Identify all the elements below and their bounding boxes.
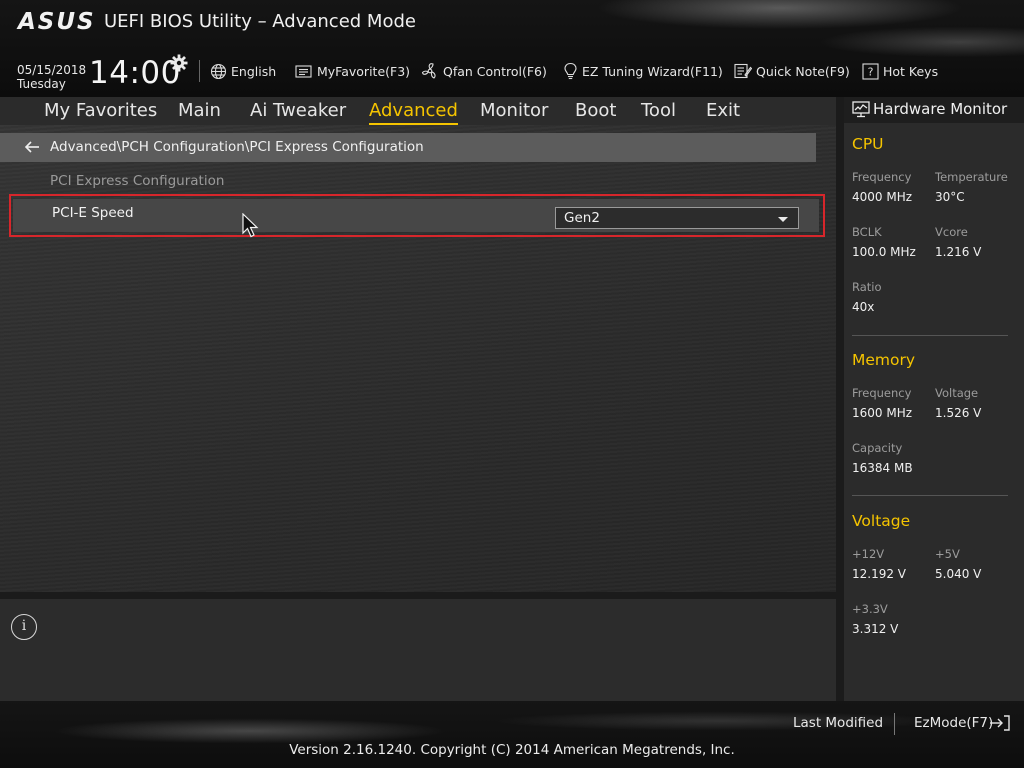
tab-advanced[interactable]: Advanced: [369, 100, 458, 125]
tab-boot[interactable]: Boot: [575, 100, 616, 121]
hw-divider: [852, 335, 1008, 336]
copyright-text: Version 2.16.1240. Copyright (C) 2014 Am…: [289, 742, 735, 758]
language-button[interactable]: English: [210, 62, 276, 80]
section-title: PCI Express Configuration: [50, 173, 225, 189]
cpu-frequency-label: Frequency: [852, 170, 912, 184]
myfavorite-button[interactable]: MyFavorite(F3): [295, 62, 410, 80]
voltage-heading: Voltage: [852, 512, 911, 530]
tab-exit[interactable]: Exit: [706, 100, 740, 121]
favorite-list-icon: [295, 64, 312, 78]
help-key-icon: ?: [862, 62, 879, 80]
setting-row-pcie-speed[interactable]: PCI-E Speed Gen2: [9, 194, 825, 237]
svg-text:?: ?: [868, 65, 874, 78]
lightbulb-icon: [564, 62, 577, 80]
breadcrumb: Advanced\PCH Configuration\PCI Express C…: [50, 139, 424, 155]
cpu-temperature-label: Temperature: [935, 170, 1008, 184]
ratio-label: Ratio: [852, 280, 882, 294]
qfan-control-button[interactable]: Qfan Control(F6): [421, 62, 547, 80]
memory-voltage-label: Voltage: [935, 386, 979, 400]
v5-value: 5.040 V: [935, 567, 982, 581]
tab-tool[interactable]: Tool: [641, 100, 676, 121]
hw-divider: [852, 495, 1008, 496]
memory-heading: Memory: [852, 351, 916, 369]
memory-voltage-value: 1.526 V: [935, 406, 982, 420]
vcore-value: 1.216 V: [935, 245, 982, 259]
tab-main[interactable]: Main: [178, 100, 221, 121]
capacity-label: Capacity: [852, 441, 903, 455]
capacity-value: 16384 MB: [852, 461, 913, 475]
monitor-icon: [852, 101, 870, 118]
hot-keys-button[interactable]: ? Hot Keys: [862, 62, 938, 80]
breadcrumb-bar: Advanced\PCH Configuration\PCI Express C…: [0, 133, 816, 162]
ez-tuning-wizard-button[interactable]: EZ Tuning Wizard(F11): [563, 62, 723, 80]
cpu-heading: CPU: [852, 135, 884, 153]
app-title: UEFI BIOS Utility – Advanced Mode: [104, 11, 416, 32]
qfan-control-label: Qfan Control(F6): [443, 63, 547, 79]
hardware-monitor-title: Hardware Monitor: [873, 100, 1008, 118]
v12-value: 12.192 V: [852, 567, 907, 581]
hot-keys-label: Hot Keys: [883, 63, 939, 79]
footer-bar: Last Modified EzMode(F7) Version 2.16.12…: [0, 701, 1024, 768]
tab-monitor[interactable]: Monitor: [480, 100, 548, 121]
quick-note-label: Quick Note(F9): [756, 63, 850, 79]
select-value: Gen2: [564, 210, 600, 226]
asus-logo: ASUS: [18, 9, 96, 35]
setting-row-background: PCI-E Speed Gen2: [13, 199, 819, 232]
ratio-value: 40x: [852, 300, 875, 314]
v33-label: +3.3V: [852, 602, 888, 616]
cpu-frequency-value: 4000 MHz: [852, 190, 913, 204]
help-info-panel: i: [0, 599, 836, 701]
v5-label: +5V: [935, 547, 960, 561]
globe-icon: [210, 63, 227, 79]
footer-divider: [894, 713, 895, 735]
back-arrow-icon[interactable]: [24, 140, 40, 154]
info-icon: i: [11, 614, 37, 640]
hardware-monitor-header: Hardware Monitor: [844, 97, 1024, 123]
main-tab-bar: My Favorites Main Ai Tweaker Advanced Mo…: [0, 97, 836, 125]
hardware-monitor-panel: Hardware Monitor CPU Frequency 4000 MHz …: [844, 97, 1024, 701]
clock-display: 14:00: [89, 55, 181, 91]
setting-label: PCI-E Speed: [52, 205, 134, 221]
language-label: English: [231, 63, 277, 79]
vcore-label: Vcore: [935, 225, 968, 239]
last-modified-button[interactable]: Last Modified: [793, 715, 883, 731]
note-icon: [734, 63, 752, 79]
main-panel: Advanced\PCH Configuration\PCI Express C…: [0, 125, 836, 592]
ez-tuning-wizard-label: EZ Tuning Wizard(F11): [582, 63, 723, 79]
mouse-cursor-icon: [242, 213, 259, 238]
v33-value: 3.312 V: [852, 622, 899, 636]
tab-ai-tweaker[interactable]: Ai Tweaker: [250, 100, 346, 121]
ezmode-button[interactable]: EzMode(F7): [914, 715, 993, 731]
myfavorite-label: MyFavorite(F3): [317, 63, 411, 79]
v12-label: +12V: [852, 547, 885, 561]
header-bar: ASUS UEFI BIOS Utility – Advanced Mode 0…: [0, 0, 1024, 97]
bclk-value: 100.0 MHz: [852, 245, 916, 259]
header-divider: [199, 60, 200, 82]
bclk-label: BCLK: [852, 225, 882, 239]
memory-frequency-label: Frequency: [852, 386, 912, 400]
cpu-temperature-value: 30°C: [935, 190, 965, 204]
quick-note-button[interactable]: Quick Note(F9): [734, 62, 850, 80]
exit-to-ezmode-icon[interactable]: [989, 714, 1011, 732]
date-display: 05/15/2018: [17, 63, 87, 77]
day-display: Tuesday: [17, 77, 66, 91]
pcie-speed-select[interactable]: Gen2: [555, 207, 799, 229]
fan-icon: [421, 63, 436, 79]
gear-icon[interactable]: [170, 54, 188, 72]
chevron-down-icon: [778, 217, 788, 222]
tab-my-favorites[interactable]: My Favorites: [44, 100, 157, 121]
memory-frequency-value: 1600 MHz: [852, 406, 913, 420]
